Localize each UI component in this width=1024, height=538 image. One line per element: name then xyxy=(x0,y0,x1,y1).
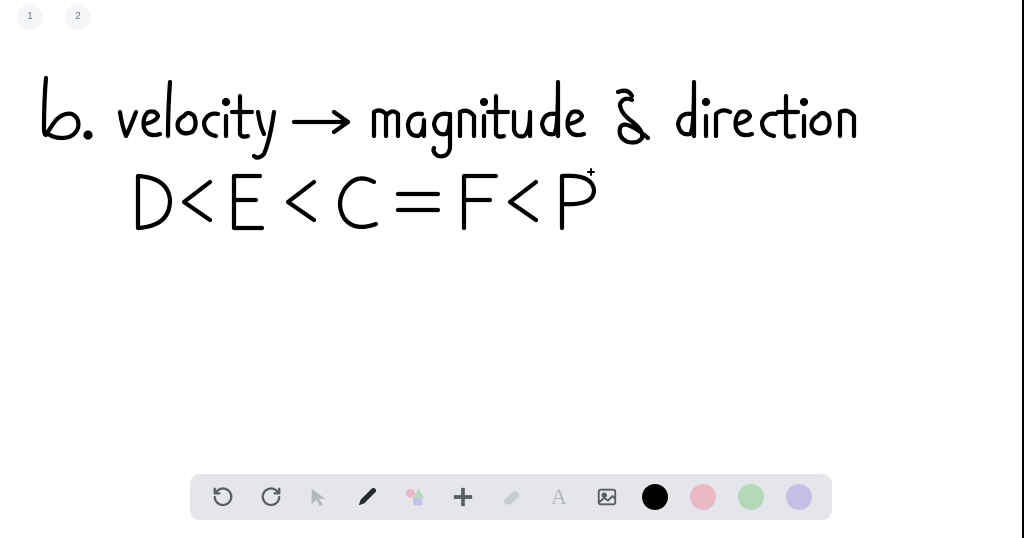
color-purple[interactable] xyxy=(786,484,812,510)
color-black[interactable] xyxy=(642,484,668,510)
handwriting-strokes xyxy=(0,0,1024,538)
page-tab-2[interactable]: 2 xyxy=(66,4,90,28)
drawing-canvas[interactable]: 1 2 b. velocity → magnitude & direction … xyxy=(0,0,1024,538)
redo-button[interactable] xyxy=(258,484,284,510)
undo-button[interactable] xyxy=(210,484,236,510)
color-green[interactable] xyxy=(738,484,764,510)
move-tool[interactable] xyxy=(450,484,476,510)
drawing-toolbar: A xyxy=(190,474,832,520)
page-tabs: 1 2 xyxy=(18,4,90,28)
pen-tool[interactable] xyxy=(354,484,380,510)
eraser-tool[interactable] xyxy=(498,484,524,510)
select-tool[interactable] xyxy=(306,484,332,510)
image-tool[interactable] xyxy=(594,484,620,510)
text-tool[interactable]: A xyxy=(546,484,572,510)
shapes-tool[interactable] xyxy=(402,484,428,510)
page-tab-1[interactable]: 1 xyxy=(18,4,42,28)
color-pink[interactable] xyxy=(690,484,716,510)
